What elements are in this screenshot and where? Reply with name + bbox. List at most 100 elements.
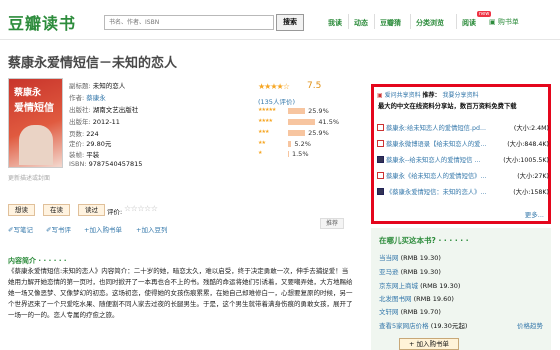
- shared-file-item[interactable]: 蔡康永《给未知恋人的爱情短信》... (大小:27K): [377, 171, 549, 180]
- search-input[interactable]: [104, 15, 274, 30]
- nav-category-browse[interactable]: 分类浏览: [416, 18, 444, 28]
- shared-file-size: (大小:158K): [513, 189, 549, 196]
- share-icon: ▣: [377, 92, 383, 99]
- shared-file-name[interactable]: 蔡康永--给未知恋人的爱情短信 ...: [386, 157, 480, 164]
- rating-percent: 1.5%: [291, 150, 309, 158]
- info-subtitle: 副标题: 未知的恋人: [69, 82, 126, 90]
- site-logo[interactable]: 豆瓣读书: [8, 10, 76, 34]
- cover-title-line-1: 蔡康永: [14, 88, 42, 98]
- cart-link[interactable]: ▣ 购书单: [489, 17, 519, 27]
- add-to-cart-button[interactable]: + 加入购书单: [399, 338, 459, 350]
- info-author: 作者: 蔡康永: [69, 94, 106, 102]
- price-trend-link[interactable]: 价格趋势: [517, 320, 543, 330]
- shared-file-name[interactable]: 《蔡康永爱情短信：未知的恋人》...: [386, 189, 486, 196]
- rating-bar: [288, 141, 292, 147]
- rating-percent: 41.5%: [318, 118, 340, 126]
- store-name[interactable]: 亚马逊: [379, 268, 399, 276]
- rating-percent: 5.2%: [294, 140, 311, 148]
- store-name[interactable]: 京东网上商城: [379, 282, 418, 290]
- pdf-file-icon: [377, 140, 384, 147]
- rating-count-link[interactable]: (135人评价): [258, 96, 295, 106]
- rating-row-stars: ★★★★★: [258, 107, 276, 113]
- share-brand-link[interactable]: 爱问共享资料: [385, 92, 421, 99]
- info-pages: 页数: 224: [69, 130, 99, 138]
- intro-heading: 内容简介 · · · · · ·: [8, 257, 67, 265]
- nav-my-reading[interactable]: 我读: [328, 18, 342, 28]
- share-header: ▣ 爱问共享资料 推荐： 我要分享资料: [377, 90, 478, 99]
- rating-percent: 25.9%: [308, 129, 329, 137]
- nav-divider: [348, 14, 349, 29]
- plus-icon: +: [408, 340, 415, 348]
- store-item[interactable]: 北发图书网 (RMB 19.60): [379, 293, 454, 303]
- author-link[interactable]: 蔡康永: [86, 94, 106, 102]
- pdf-file-icon: [377, 124, 384, 131]
- reading-button[interactable]: 在读: [43, 204, 70, 216]
- store-price: (RMB 19.30): [400, 268, 441, 276]
- rating-row-stars: ★★★: [258, 129, 269, 135]
- store-name[interactable]: 北发图书网: [379, 295, 412, 303]
- store-price: (RMB 19.70): [400, 308, 441, 316]
- store-name[interactable]: 查看5家网店价格: [379, 322, 429, 330]
- rating-bar: [288, 119, 316, 125]
- recommend-button[interactable]: 推荐: [320, 218, 344, 229]
- add-to-doulist-link[interactable]: +加入豆列: [136, 224, 167, 234]
- rate-stars-input[interactable]: ☆☆☆☆☆: [124, 204, 158, 213]
- nav-divider: [410, 14, 411, 29]
- shared-file-size: (大小:2.4M): [513, 125, 549, 132]
- shared-file-item[interactable]: 蔡康永:给未知恋人的爱情短信.pd... (大小:2.4M): [377, 123, 549, 132]
- shared-file-size: (大小:848.4K): [507, 141, 549, 148]
- read-button[interactable]: 读过: [78, 204, 105, 216]
- search-button[interactable]: 搜索: [276, 14, 304, 31]
- doc-file-icon: [377, 188, 384, 195]
- shared-file-item[interactable]: 《蔡康永爱情短信：未知的恋人》... (大小:158K): [377, 187, 549, 196]
- store-price: (RMB 19.60): [413, 295, 454, 303]
- write-note-link[interactable]: ✐写笔记: [8, 224, 33, 234]
- shared-file-name[interactable]: 蔡康永《给未知恋人的爱情短信》...: [386, 173, 486, 180]
- cover-portrait: [19, 125, 53, 165]
- rating-stars: ★★★★☆: [258, 82, 290, 91]
- shared-file-item[interactable]: 蔡康永微博语录【给未知恋人的爱... (大小:848.4K): [377, 139, 549, 148]
- more-files-link[interactable]: 更多...: [525, 209, 544, 219]
- store-item[interactable]: 查看5家网店价格 (19.30元起): [379, 320, 467, 330]
- info-publisher: 出版社: 湖南文艺出版社: [69, 106, 139, 114]
- update-cover-link[interactable]: 更新描述或封面: [8, 173, 50, 182]
- doc-file-icon: [377, 156, 384, 163]
- shared-file-size: (大小:27K): [517, 173, 549, 180]
- nav-divider: [456, 14, 457, 29]
- book-cover[interactable]: 蔡康永 爱情短信: [8, 78, 63, 168]
- shared-file-size: (大小:1005.5K): [503, 157, 549, 164]
- page-title: 蔡康永爱情短信－未知的恋人: [8, 56, 178, 71]
- share-upload-link[interactable]: 我要分享资料: [442, 92, 478, 99]
- shared-file-item[interactable]: 蔡康永--给未知恋人的爱情短信 ... (大小:1005.5K): [377, 155, 549, 164]
- store-item[interactable]: 文轩网 (RMB 19.70): [379, 306, 441, 316]
- store-item[interactable]: 当当网 (RMB 19.30): [379, 252, 441, 262]
- where-to-buy-panel: 在哪儿买这本书? · · · · · · 当当网 (RMB 19.30) 亚马逊 …: [371, 228, 551, 350]
- info-isbn: ISBN: 9787540457815: [69, 160, 143, 168]
- store-item[interactable]: 京东网上商城 (RMB 19.30): [379, 280, 460, 290]
- want-to-read-button[interactable]: 想读: [8, 204, 35, 216]
- store-price: (RMB 19.30): [420, 282, 461, 290]
- nav-read[interactable]: 阅读: [462, 18, 476, 28]
- shared-file-name[interactable]: 蔡康永微博语录【给未知恋人的爱...: [386, 141, 486, 148]
- cover-title-line-2: 爱情短信: [14, 103, 54, 114]
- add-to-cart-link[interactable]: +加入购书单: [84, 224, 122, 234]
- cart-icon: ▣: [489, 18, 496, 26]
- store-name[interactable]: 当当网: [379, 254, 399, 262]
- share-subtitle: 最大的中文在线资料分享站，数百万资料免费下载: [378, 103, 517, 110]
- store-name[interactable]: 文轩网: [379, 308, 399, 316]
- pdf-file-icon: [377, 172, 384, 179]
- top-bar: 豆瓣读书 搜索 我读 动态 豆瓣猜 分类浏览 阅读 new ▣ 购书单: [0, 0, 560, 40]
- rating-bar: [288, 108, 306, 114]
- store-price: (19.30元起): [430, 322, 468, 330]
- share-recommend-label: 推荐：: [422, 92, 441, 99]
- nav-douban-guess[interactable]: 豆瓣猜: [380, 18, 401, 28]
- write-review-link[interactable]: ✐写书评: [46, 224, 71, 234]
- rate-label: 评价:: [107, 208, 123, 216]
- store-price: (RMB 19.30): [400, 254, 441, 262]
- shared-file-name[interactable]: 蔡康永:给未知恋人的爱情短信.pd...: [386, 125, 486, 132]
- rating-row-stars: ★★: [258, 140, 266, 146]
- store-item[interactable]: 亚马逊 (RMB 19.30): [379, 266, 441, 276]
- nav-activity[interactable]: 动态: [354, 18, 368, 28]
- cart-label: 购书单: [497, 18, 519, 26]
- shared-files-panel: ▣ 爱问共享资料 推荐： 我要分享资料 最大的中文在线资料分享站，数百万资料免费…: [371, 84, 551, 224]
